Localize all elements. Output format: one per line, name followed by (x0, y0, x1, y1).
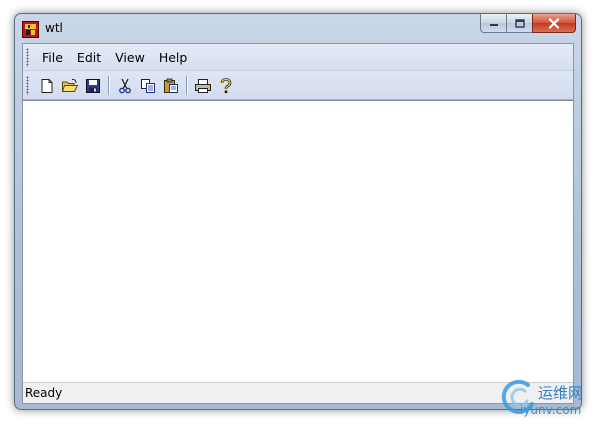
open-folder-icon (61, 78, 78, 92)
cut-button[interactable] (113, 75, 136, 96)
menu-items: File Edit View Help (35, 44, 194, 71)
maximize-button[interactable] (506, 14, 532, 33)
minimize-icon (489, 24, 498, 26)
close-icon (548, 17, 560, 29)
screen: wtl File Edit View Help Ready 运维网 iyunv.… (0, 0, 600, 427)
open-button[interactable] (58, 75, 81, 96)
window-title: wtl (45, 21, 63, 35)
status-bar: Ready (23, 383, 573, 403)
toolbar-separator (186, 76, 187, 95)
status-text: Ready (25, 386, 63, 400)
print-icon (194, 78, 211, 93)
paste-icon (163, 78, 178, 93)
toolbar-grip[interactable] (26, 76, 29, 95)
save-disk-icon (85, 78, 100, 93)
print-button[interactable] (191, 75, 214, 96)
title-bar[interactable]: wtl (15, 14, 581, 44)
toolbar-separator (108, 76, 109, 95)
app-window: wtl File Edit View Help Ready (14, 13, 582, 410)
menu-bar: File Edit View Help (23, 44, 573, 71)
document-view[interactable] (23, 100, 573, 383)
menu-file[interactable]: File (35, 44, 70, 71)
toolbar (23, 71, 573, 100)
client-area: File Edit View Help Ready (22, 43, 574, 404)
maximize-icon (514, 18, 525, 28)
watermark-url: iyunv.com (520, 403, 582, 417)
menubar-grip[interactable] (26, 48, 29, 67)
app-icon[interactable] (22, 21, 39, 38)
new-file-icon (41, 78, 52, 93)
new-button[interactable] (35, 75, 58, 96)
paste-button[interactable] (159, 75, 182, 96)
watermark-text: 运维网 (538, 384, 584, 402)
save-button[interactable] (81, 75, 104, 96)
menu-help[interactable]: Help (152, 44, 195, 71)
copy-icon (140, 78, 155, 93)
minimize-button[interactable] (480, 14, 506, 33)
close-button[interactable] (532, 14, 576, 33)
caption-buttons (480, 14, 576, 34)
help-question-icon (220, 77, 231, 93)
cut-scissors-icon (118, 78, 131, 93)
menu-view[interactable]: View (108, 44, 152, 71)
copy-button[interactable] (136, 75, 159, 96)
toolbar-buttons (35, 75, 237, 96)
help-button[interactable] (214, 75, 237, 96)
menu-edit[interactable]: Edit (70, 44, 108, 71)
watermark: 运维网 iyunv.com (498, 376, 598, 424)
